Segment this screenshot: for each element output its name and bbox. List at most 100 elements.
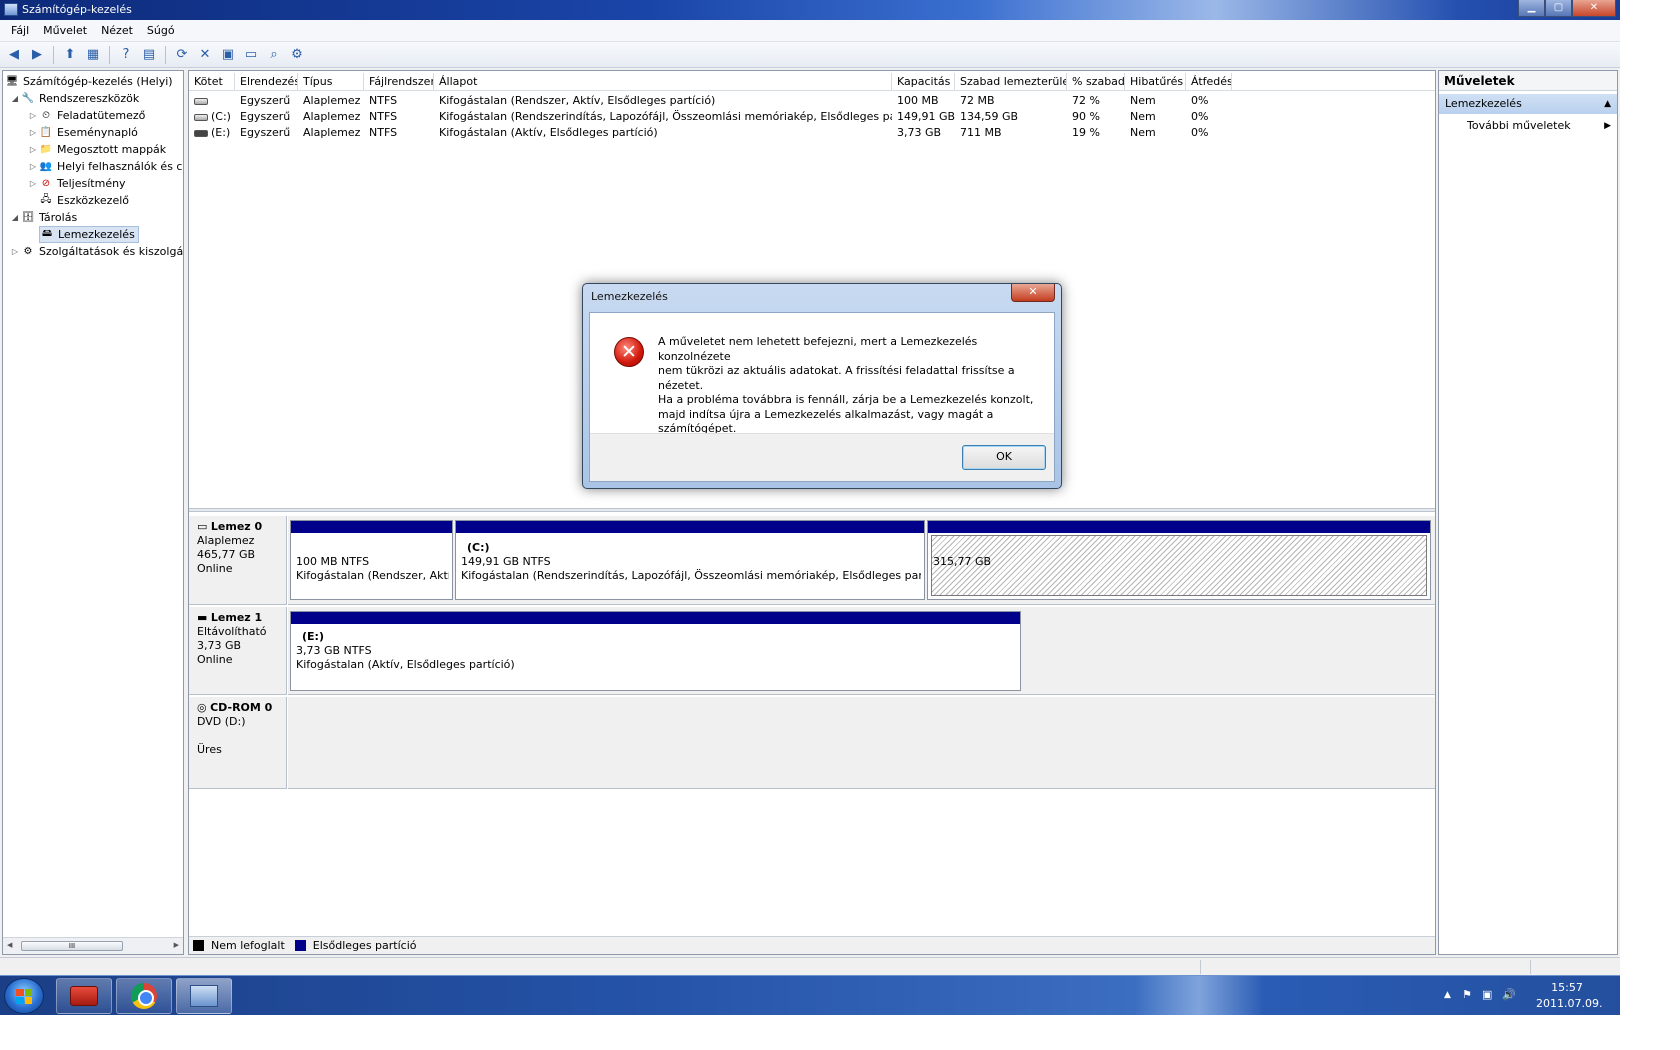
show-hide-action-pane-icon[interactable]: ▤ — [139, 45, 159, 65]
menu-help[interactable]: Súgó — [140, 24, 182, 37]
menu-file[interactable]: Fájl — [4, 24, 36, 37]
expanded-arrow-icon[interactable]: ◢ — [9, 213, 21, 222]
show-hidden-icons-icon[interactable]: ▲ — [1444, 990, 1451, 1000]
menu-view[interactable]: Nézet — [94, 24, 140, 37]
partition-system-reserved[interactable]: 100 MB NTFS Kifogástalan (Rendszer, Aktí… — [290, 520, 453, 600]
tree-item-event-viewer[interactable]: ▷ 📋 Eseménynapló — [27, 124, 138, 141]
cdrom-0-label[interactable]: ◎ CD-ROM 0 DVD (D:) Üres — [189, 697, 287, 789]
action-more-actions[interactable]: További műveletek ▶ — [1439, 116, 1617, 136]
maximize-button[interactable]: ▢ — [1545, 0, 1572, 17]
tree-item-computer-management[interactable]: 🖥 Számítógép-kezelés (Helyi) — [5, 73, 173, 90]
collapsed-arrow-icon[interactable]: ▷ — [27, 111, 39, 120]
tree-item-label: Tárolás — [39, 211, 78, 224]
column-header-overhead[interactable]: Átfedés — [1186, 73, 1232, 91]
tree-horizontal-scrollbar[interactable]: ◀ III ▶ — [3, 937, 183, 954]
pane-splitter[interactable] — [189, 508, 1435, 512]
tree-item-shared-folders[interactable]: ▷ 📁 Megosztott mappák — [27, 141, 166, 158]
tree-item-task-scheduler[interactable]: ▷ ⏲ Feladatütemező — [27, 107, 145, 124]
close-button[interactable]: ✕ — [1572, 0, 1616, 17]
scroll-left-icon[interactable]: ◀ — [7, 941, 12, 949]
collapsed-arrow-icon[interactable]: ▷ — [9, 247, 21, 256]
show-hide-tree-icon[interactable]: ▦ — [83, 45, 103, 65]
collapsed-arrow-icon[interactable]: ▷ — [27, 145, 39, 154]
scroll-right-icon[interactable]: ▶ — [174, 941, 179, 949]
collapsed-arrow-icon[interactable]: ▷ — [27, 162, 39, 171]
settings-icon[interactable]: ⚙ — [287, 45, 307, 65]
column-header-capacity[interactable]: Kapacitás — [892, 73, 955, 91]
storage-icon: 🗄 — [21, 212, 35, 223]
up-folder-icon[interactable]: ⬆ — [60, 45, 80, 65]
partition-size: 315,77 GB — [933, 555, 992, 568]
partition-unallocated[interactable]: 315,77 GB — [927, 520, 1431, 600]
collapsed-arrow-icon[interactable]: ▷ — [27, 128, 39, 137]
collapsed-arrow-icon[interactable]: ▷ — [27, 179, 39, 188]
cell-fault-tolerance: Nem — [1130, 126, 1156, 139]
tree-item-storage[interactable]: ◢ 🗄 Tárolás — [9, 209, 77, 226]
status-cell — [1200, 960, 1201, 974]
ok-button[interactable]: OK — [962, 445, 1046, 470]
tree-item-system-tools[interactable]: ◢ 🔧 Rendszereszközök — [9, 90, 139, 107]
taskbar-app-computer-management[interactable] — [176, 978, 232, 1014]
table-row[interactable]: (E:) Egyszerű Alaplemez NTFS Kifogástala… — [189, 125, 1435, 141]
network-icon[interactable]: ▣ — [1482, 988, 1492, 1001]
collapse-up-icon[interactable]: ▲ — [1604, 94, 1611, 114]
legend: Nem lefoglalt Elsődleges partíció — [189, 936, 1435, 954]
cell-fault-tolerance: Nem — [1130, 94, 1156, 107]
taskbar-app-toolbox[interactable] — [56, 978, 112, 1014]
menu-action[interactable]: Művelet — [36, 24, 94, 37]
disk-size: 3,73 GB — [197, 639, 242, 652]
device-manager-icon: 🖧 — [40, 194, 52, 205]
toolbar: ◀ ▶ ⬆ ▦ ? ▤ ⟳ ✕ ▣ ▭ ⌕ ⚙ — [0, 42, 1620, 68]
actions-section-disk-management[interactable]: Lemezkezelés ▲ — [1439, 94, 1617, 114]
help-icon[interactable]: ? — [116, 45, 136, 65]
tree-item-services[interactable]: ▷ ⚙ Szolgáltatások és kiszolgáló — [9, 243, 183, 260]
column-header-filesystem[interactable]: Fájlrendszer — [364, 73, 434, 91]
column-header-type[interactable]: Típus — [298, 73, 364, 91]
column-header-status[interactable]: Állapot — [434, 73, 892, 91]
tree-item-local-users[interactable]: ▷ 👥 Helyi felhasználók és cs — [27, 158, 183, 175]
taskbar-app-chrome[interactable] — [116, 978, 172, 1014]
partition-c[interactable]: (C:) 149,91 GB NTFS Kifogástalan (Rendsz… — [455, 520, 925, 600]
volume-list-header: Kötet Elrendezés Típus Fájlrendszer Álla… — [189, 73, 1435, 91]
table-row[interactable]: Egyszerű Alaplemez NTFS Kifogástalan (Re… — [189, 93, 1435, 109]
dialog-close-button[interactable]: ✕ — [1011, 284, 1055, 302]
partition-e[interactable]: (E:) 3,73 GB NTFS Kifogástalan (Aktív, E… — [290, 611, 1021, 691]
scroll-thumb[interactable]: III — [21, 941, 123, 951]
minimize-button[interactable]: ▁ — [1518, 0, 1545, 17]
cell-status: Kifogástalan (Aktív, Elsődleges partíció… — [439, 126, 658, 139]
disk-1-label[interactable]: ▬ Lemez 1 Eltávolítható 3,73 GB Online — [189, 607, 287, 695]
properties-icon[interactable]: ▣ — [218, 45, 238, 65]
tree-item-performance[interactable]: ▷ ⊘ Teljesítmény — [27, 175, 126, 192]
legend-swatch-unallocated — [193, 940, 204, 951]
action-center-flag-icon[interactable]: ⚑ — [1462, 988, 1472, 1001]
open-folder-icon[interactable]: ▭ — [241, 45, 261, 65]
column-header-percent-free[interactable]: % szabad — [1067, 73, 1125, 91]
column-header-free-space[interactable]: Szabad lemezterület — [955, 73, 1067, 91]
column-header-volume[interactable]: Kötet — [189, 73, 235, 91]
title-bar[interactable]: Számítógép-kezelés ▁ ▢ ✕ — [0, 0, 1620, 20]
start-button[interactable] — [4, 978, 44, 1014]
tree-item-disk-management[interactable]: 🖴 Lemezkezelés — [39, 226, 139, 243]
computer-management-taskbar-icon — [190, 985, 218, 1007]
delete-icon[interactable]: ✕ — [195, 45, 215, 65]
volume-icon[interactable]: 🔊 — [1502, 988, 1516, 1001]
clock[interactable]: 15:57 2011.07.09. — [1536, 980, 1602, 1012]
back-arrow-icon[interactable]: ◀ — [4, 45, 24, 65]
cell-capacity: 149,91 GB — [897, 110, 955, 123]
refresh-icon[interactable]: ⟳ — [172, 45, 192, 65]
column-header-layout[interactable]: Elrendezés — [235, 73, 298, 91]
tree-item-label: Számítógép-kezelés (Helyi) — [23, 75, 173, 88]
cell-free-space: 72 MB — [960, 94, 995, 107]
tree-item-device-manager[interactable]: 🖧 Eszközkezelő — [39, 192, 129, 209]
tree-item-label: Teljesítmény — [57, 177, 126, 190]
table-row[interactable]: (C:) Egyszerű Alaplemez NTFS Kifogástala… — [189, 109, 1435, 125]
taskbar: ▲ ⚑ ▣ 🔊 15:57 2011.07.09. — [0, 975, 1620, 1015]
disk-size: 465,77 GB — [197, 548, 256, 561]
disk-0-label[interactable]: ▭ Lemez 0 Alaplemez 465,77 GB Online — [189, 516, 287, 605]
forward-arrow-icon[interactable]: ▶ — [27, 45, 47, 65]
column-header-fault-tolerance[interactable]: Hibatűrés — [1125, 73, 1186, 91]
expanded-arrow-icon[interactable]: ◢ — [9, 94, 21, 103]
disk-name: CD-ROM 0 — [210, 701, 273, 714]
search-icon[interactable]: ⌕ — [264, 45, 284, 65]
